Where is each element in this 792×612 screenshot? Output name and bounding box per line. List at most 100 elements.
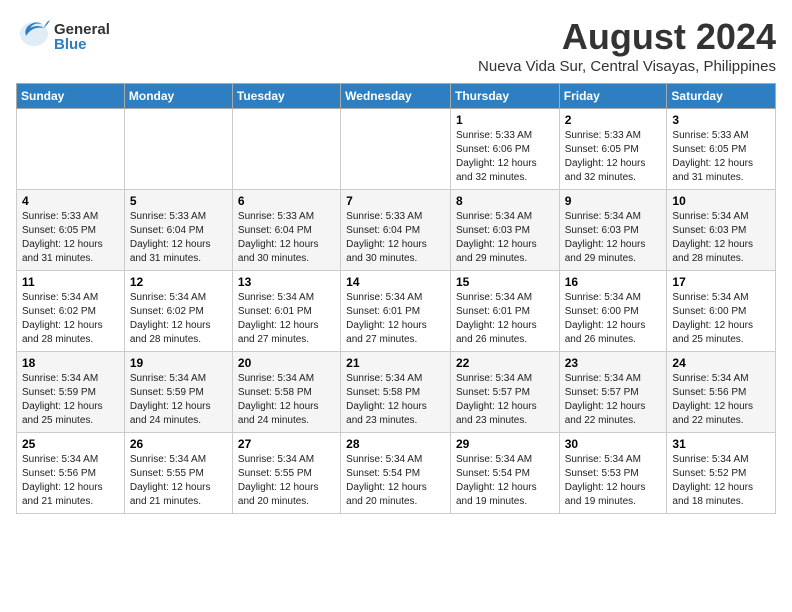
calendar-cell: [124, 109, 232, 190]
calendar-cell: 30Sunrise: 5:34 AMSunset: 5:53 PMDayligh…: [559, 433, 667, 514]
calendar-header-sunday: Sunday: [17, 84, 125, 109]
calendar-cell: 28 Sunrise: 5:34 AMSunset: 5:54 PMDayligh…: [341, 433, 451, 514]
calendar-cell: 8 Sunrise: 5:34 AMSunset: 6:03 PMDaylight…: [450, 190, 559, 271]
day-info: Sunrise: 5:33 AMSunset: 6:05 PMDaylight:…: [565, 129, 662, 185]
calendar-cell: 6 Sunrise: 5:33 AMSunset: 6:04 PMDaylight…: [232, 190, 340, 271]
day-info: Sunrise: 5:34 AMSunset: 5:57 PMDaylight:…: [456, 372, 554, 428]
day-number: 12: [130, 275, 227, 289]
day-info: Sunrise: 5:33 AMSunset: 6:04 PMDaylight:…: [238, 210, 335, 266]
day-number: 9: [565, 194, 662, 208]
page-header: General Blue August 2024 Nueva Vida Sur,…: [16, 16, 776, 75]
day-number: 19: [130, 356, 227, 370]
calendar-cell: 4 Sunrise: 5:33 AMSunset: 6:05 PMDaylight…: [17, 190, 125, 271]
day-info: Sunrise: 5:33 AMSunset: 6:05 PMDaylight:…: [672, 129, 770, 185]
day-number: 11: [22, 275, 119, 289]
day-info: Sunrise: 5:33 AMSunset: 6:04 PMDaylight:…: [130, 210, 227, 266]
location-subtitle: Nueva Vida Sur, Central Visayas, Philipp…: [478, 58, 776, 75]
calendar-header-saturday: Saturday: [667, 84, 776, 109]
day-number: 25: [22, 437, 119, 451]
day-info: Sunrise: 5:34 AMSunset: 5:54 PMDaylight:…: [456, 453, 554, 509]
day-info: Sunrise: 5:34 AMSunset: 5:58 PMDaylight:…: [346, 372, 445, 428]
day-number: 17: [672, 275, 770, 289]
logo-general-text: General: [54, 22, 110, 37]
calendar-header-row: SundayMondayTuesdayWednesdayThursdayFrid…: [17, 84, 776, 109]
day-info: Sunrise: 5:34 AMSunset: 6:01 PMDaylight:…: [346, 291, 445, 347]
day-info: Sunrise: 5:34 AMSunset: 6:03 PMDaylight:…: [565, 210, 662, 266]
calendar-header-thursday: Thursday: [450, 84, 559, 109]
day-number: 7: [346, 194, 445, 208]
day-info: Sunrise: 5:34 AMSunset: 5:56 PMDaylight:…: [672, 372, 770, 428]
calendar-cell: 3Sunrise: 5:33 AMSunset: 6:05 PMDaylight…: [667, 109, 776, 190]
logo-name: General Blue: [54, 22, 110, 52]
day-info: Sunrise: 5:34 AMSunset: 6:03 PMDaylight:…: [672, 210, 770, 266]
calendar-cell: 12 Sunrise: 5:34 AMSunset: 6:02 PMDayligh…: [124, 271, 232, 352]
calendar-week-row: 25 Sunrise: 5:34 AMSunset: 5:56 PMDayligh…: [17, 433, 776, 514]
day-info: Sunrise: 5:34 AMSunset: 6:01 PMDaylight:…: [238, 291, 335, 347]
day-info: Sunrise: 5:34 AMSunset: 6:02 PMDaylight:…: [130, 291, 227, 347]
calendar-cell: 22 Sunrise: 5:34 AMSunset: 5:57 PMDayligh…: [450, 352, 559, 433]
day-number: 13: [238, 275, 335, 289]
day-number: 5: [130, 194, 227, 208]
day-info: Sunrise: 5:33 AMSunset: 6:05 PMDaylight:…: [22, 210, 119, 266]
day-number: 22: [456, 356, 554, 370]
calendar-week-row: 11 Sunrise: 5:34 AMSunset: 6:02 PMDayligh…: [17, 271, 776, 352]
day-info: Sunrise: 5:34 AMSunset: 6:03 PMDaylight:…: [456, 210, 554, 266]
logo-blue-text: Blue: [54, 37, 110, 52]
calendar-cell: 13 Sunrise: 5:34 AMSunset: 6:01 PMDayligh…: [232, 271, 340, 352]
calendar-cell: [232, 109, 340, 190]
calendar-cell: 23 Sunrise: 5:34 AMSunset: 5:57 PMDayligh…: [559, 352, 667, 433]
day-number: 8: [456, 194, 554, 208]
calendar-cell: [17, 109, 125, 190]
day-number: 14: [346, 275, 445, 289]
calendar-cell: 26Sunrise: 5:34 AMSunset: 5:55 PMDayligh…: [124, 433, 232, 514]
day-number: 20: [238, 356, 335, 370]
calendar-header-tuesday: Tuesday: [232, 84, 340, 109]
calendar-header-monday: Monday: [124, 84, 232, 109]
logo: General Blue: [16, 16, 110, 58]
day-info: Sunrise: 5:34 AMSunset: 5:55 PMDaylight:…: [238, 453, 335, 509]
calendar-cell: 24 Sunrise: 5:34 AMSunset: 5:56 PMDayligh…: [667, 352, 776, 433]
day-number: 30: [565, 437, 662, 451]
day-number: 2: [565, 113, 662, 127]
calendar-header-friday: Friday: [559, 84, 667, 109]
day-number: 24: [672, 356, 770, 370]
day-info: Sunrise: 5:34 AMSunset: 5:58 PMDaylight:…: [238, 372, 335, 428]
calendar-cell: 20 Sunrise: 5:34 AMSunset: 5:58 PMDayligh…: [232, 352, 340, 433]
calendar-cell: 10 Sunrise: 5:34 AMSunset: 6:03 PMDayligh…: [667, 190, 776, 271]
day-number: 10: [672, 194, 770, 208]
calendar-cell: 16Sunrise: 5:34 AMSunset: 6:00 PMDayligh…: [559, 271, 667, 352]
calendar-cell: 31Sunrise: 5:34 AMSunset: 5:52 PMDayligh…: [667, 433, 776, 514]
calendar-cell: 7 Sunrise: 5:33 AMSunset: 6:04 PMDaylight…: [341, 190, 451, 271]
calendar-cell: 11Sunrise: 5:34 AMSunset: 6:02 PMDayligh…: [17, 271, 125, 352]
calendar-cell: 19 Sunrise: 5:34 AMSunset: 5:59 PMDayligh…: [124, 352, 232, 433]
day-number: 4: [22, 194, 119, 208]
day-number: 23: [565, 356, 662, 370]
calendar-cell: 5 Sunrise: 5:33 AMSunset: 6:04 PMDaylight…: [124, 190, 232, 271]
calendar-cell: 1Sunrise: 5:33 AMSunset: 6:06 PMDaylight…: [450, 109, 559, 190]
day-info: Sunrise: 5:34 AMSunset: 6:00 PMDaylight:…: [565, 291, 662, 347]
month-year-title: August 2024: [478, 16, 776, 58]
calendar-cell: 21 Sunrise: 5:34 AMSunset: 5:58 PMDayligh…: [341, 352, 451, 433]
logo-bird-icon: [16, 16, 52, 58]
day-info: Sunrise: 5:34 AMSunset: 5:59 PMDaylight:…: [22, 372, 119, 428]
day-info: Sunrise: 5:34 AMSunset: 5:56 PMDaylight:…: [22, 453, 119, 509]
day-info: Sunrise: 5:34 AMSunset: 5:54 PMDaylight:…: [346, 453, 445, 509]
calendar-cell: 18 Sunrise: 5:34 AMSunset: 5:59 PMDayligh…: [17, 352, 125, 433]
day-info: Sunrise: 5:34 AMSunset: 6:00 PMDaylight:…: [672, 291, 770, 347]
day-info: Sunrise: 5:34 AMSunset: 5:55 PMDaylight:…: [130, 453, 227, 509]
day-number: 21: [346, 356, 445, 370]
day-info: Sunrise: 5:34 AMSunset: 5:57 PMDaylight:…: [565, 372, 662, 428]
calendar-table: SundayMondayTuesdayWednesdayThursdayFrid…: [16, 83, 776, 514]
day-info: Sunrise: 5:34 AMSunset: 5:52 PMDaylight:…: [672, 453, 770, 509]
calendar-header-wednesday: Wednesday: [341, 84, 451, 109]
day-number: 6: [238, 194, 335, 208]
calendar-cell: 15Sunrise: 5:34 AMSunset: 6:01 PMDayligh…: [450, 271, 559, 352]
day-number: 27: [238, 437, 335, 451]
calendar-cell: 29Sunrise: 5:34 AMSunset: 5:54 PMDayligh…: [450, 433, 559, 514]
day-number: 28: [346, 437, 445, 451]
day-info: Sunrise: 5:34 AMSunset: 5:59 PMDaylight:…: [130, 372, 227, 428]
calendar-cell: 17 Sunrise: 5:34 AMSunset: 6:00 PMDayligh…: [667, 271, 776, 352]
day-number: 18: [22, 356, 119, 370]
calendar-cell: 25 Sunrise: 5:34 AMSunset: 5:56 PMDayligh…: [17, 433, 125, 514]
day-info: Sunrise: 5:33 AMSunset: 6:04 PMDaylight:…: [346, 210, 445, 266]
